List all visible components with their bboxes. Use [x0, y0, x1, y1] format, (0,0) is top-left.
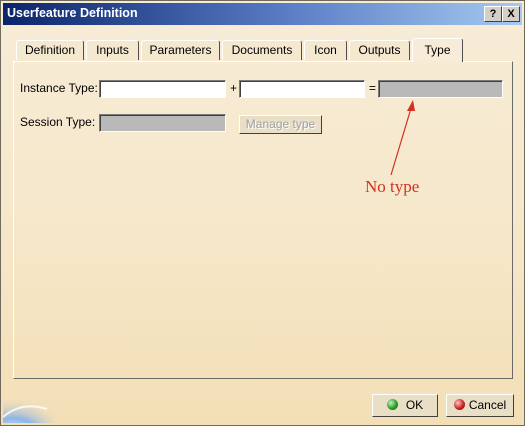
decorative-swirl-icon	[3, 397, 55, 423]
type-tab-panel	[13, 61, 513, 379]
ok-button[interactable]: OK	[372, 394, 438, 417]
cancel-button-label: Cancel	[468, 398, 507, 412]
resulting-type-field	[378, 80, 503, 98]
no-type-annotation: No type	[365, 177, 420, 196]
window-title: Userfeature Definition	[7, 6, 138, 20]
red-cancel-icon	[453, 399, 465, 410]
instance-type-field-1[interactable]	[99, 80, 226, 98]
dialog-window: Userfeature Definition ? X Definition In…	[0, 0, 525, 426]
cancel-button[interactable]: Cancel	[446, 394, 514, 417]
instance-type-field-2[interactable]	[239, 80, 365, 98]
tab-documents[interactable]: Documents	[222, 40, 302, 60]
annotation-arrow-head	[407, 100, 415, 111]
equals-sign: =	[369, 81, 377, 95]
session-type-field	[99, 114, 226, 132]
tab-definition[interactable]: Definition	[16, 40, 84, 60]
product-logo-art	[3, 387, 55, 423]
help-button[interactable]: ?	[484, 6, 502, 22]
tab-inputs[interactable]: Inputs	[86, 40, 139, 60]
tab-parameters[interactable]: Parameters	[141, 40, 220, 60]
ok-button-label: OK	[405, 398, 424, 412]
manage-type-button[interactable]: Manage type	[239, 115, 322, 134]
annotation-arrow	[390, 100, 415, 176]
title-bar[interactable]: Userfeature Definition ? X	[3, 3, 522, 25]
close-button[interactable]: X	[502, 6, 520, 22]
tab-type[interactable]: Type	[412, 38, 463, 62]
plus-sign: +	[230, 81, 238, 95]
annotation-arrow-line	[390, 104, 413, 176]
green-check-icon	[386, 399, 398, 410]
instance-type-label: Instance Type:	[20, 81, 98, 95]
tab-icon[interactable]: Icon	[304, 40, 347, 60]
tab-outputs[interactable]: Outputs	[349, 40, 410, 60]
session-type-label: Session Type:	[20, 115, 96, 129]
